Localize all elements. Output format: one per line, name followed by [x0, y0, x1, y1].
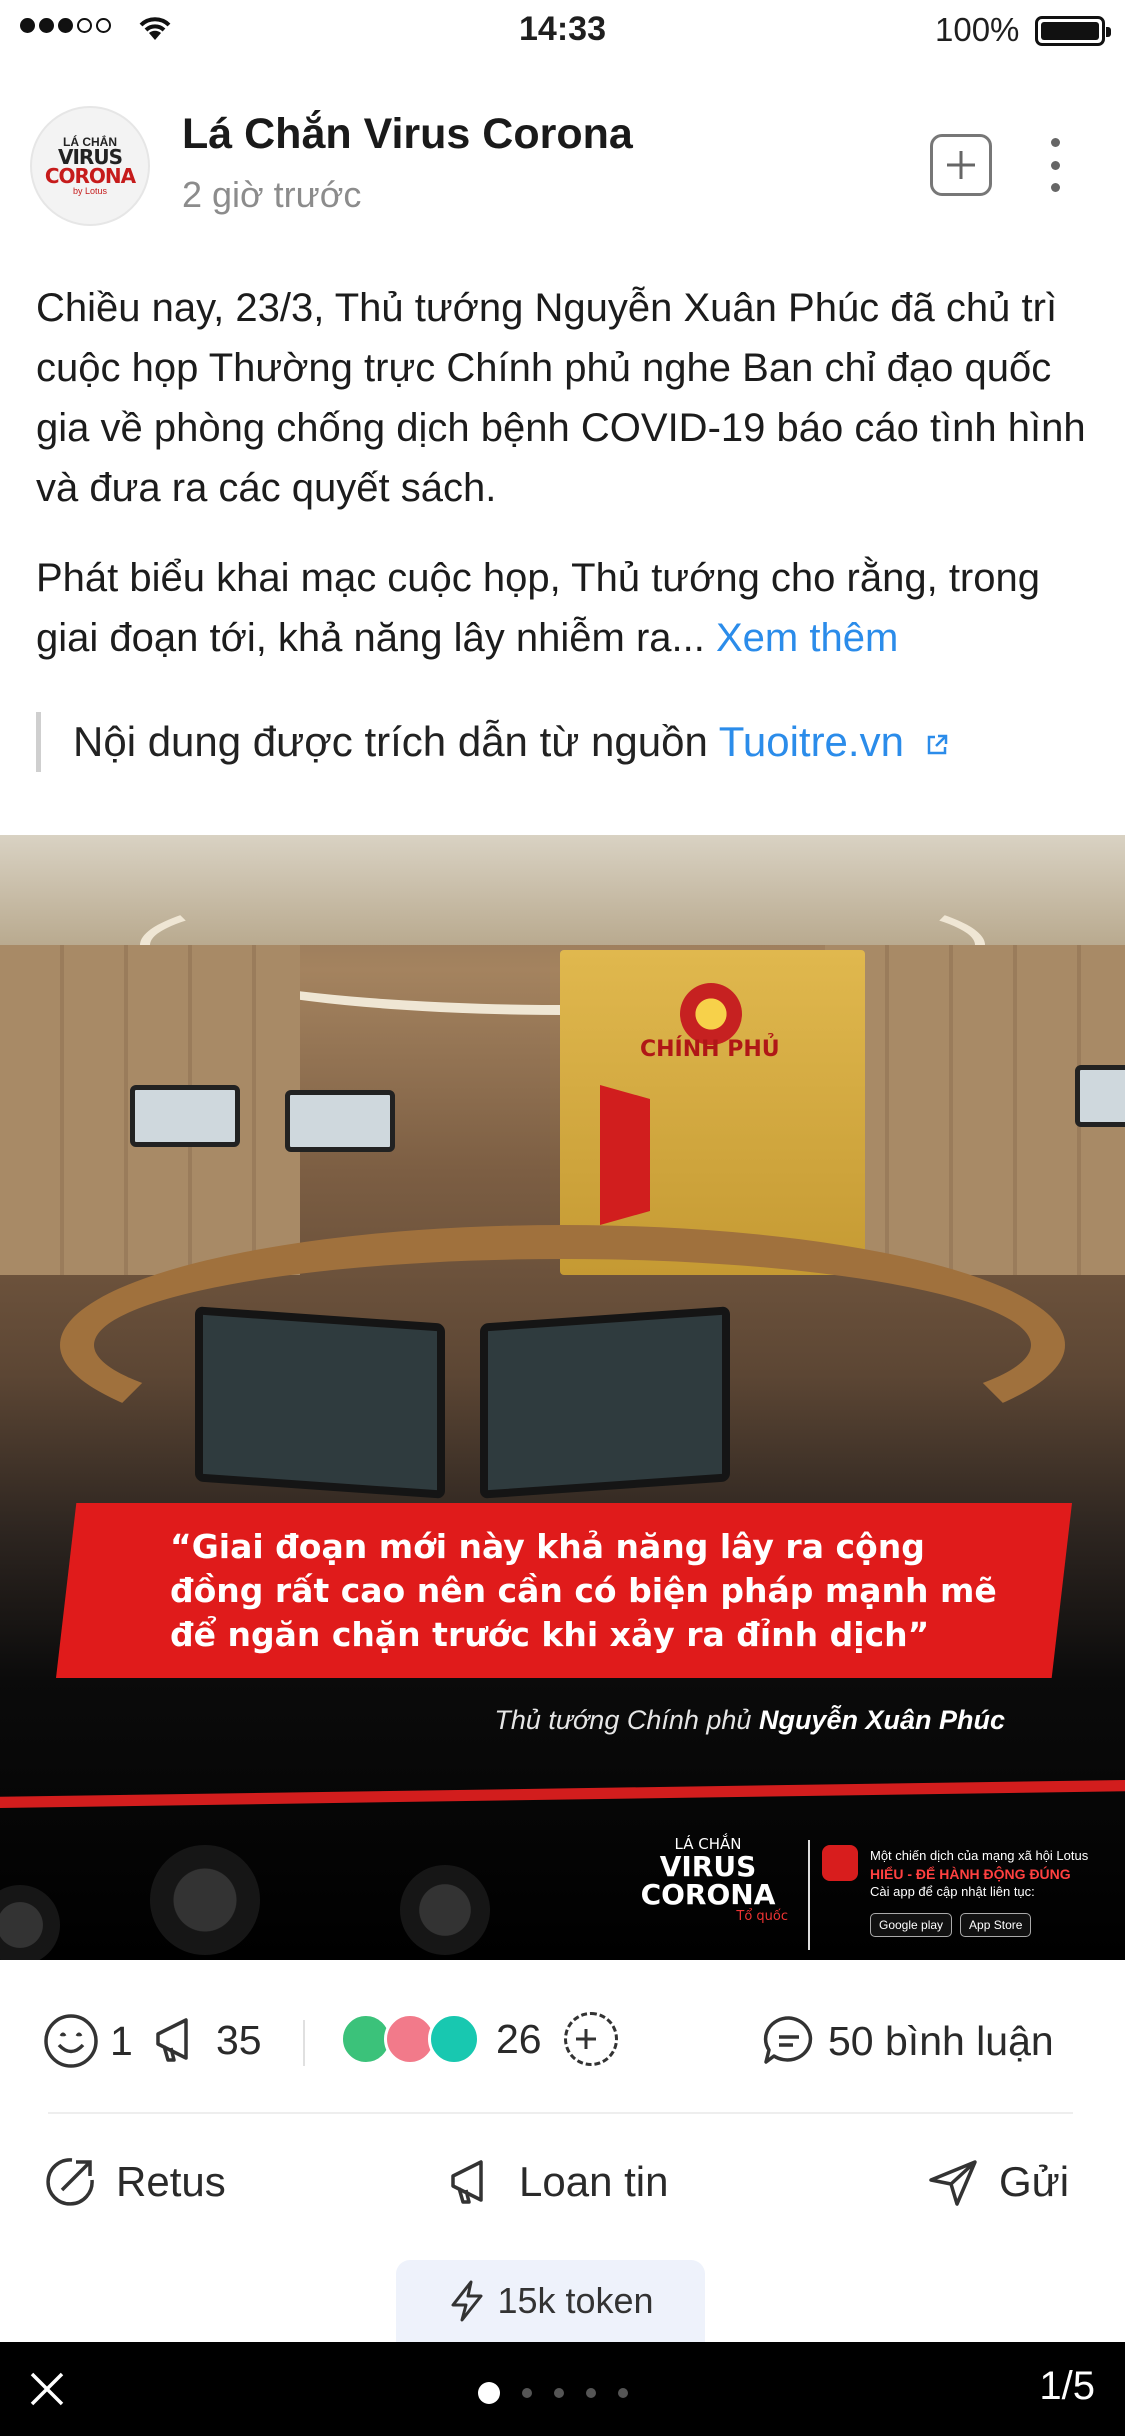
more-icon[interactable]	[1040, 134, 1070, 196]
campaign-info: Một chiến dịch của mạng xã hội Lotus HIỂ…	[870, 1847, 1120, 1901]
smile-icon	[44, 2014, 98, 2068]
status-bar: 14:33 100%	[0, 0, 1125, 60]
emotion-reactions[interactable]: 26	[340, 2012, 618, 2066]
add-icon	[575, 2029, 596, 2049]
post-time: 2 giờ trước	[182, 174, 362, 215]
gov-label: CHÍNH PHỦ	[640, 1037, 780, 1062]
campaign-highlight: HIỂU - ĐỂ HÀNH ĐỘNG ĐÚNG	[870, 1866, 1071, 1882]
add-reaction-button[interactable]	[563, 2012, 618, 2066]
page-name[interactable]: Lá Chắn Virus Corona	[182, 110, 633, 159]
quote-text: “Giai đoạn mới này khả năng lây ra cộng …	[170, 1525, 1030, 1657]
token-button[interactable]: 15k token	[396, 2260, 705, 2342]
retus-icon	[46, 2158, 94, 2206]
token-label: 15k token	[497, 2280, 654, 2321]
share-count-item[interactable]: 35	[150, 2012, 262, 2068]
wall-screen	[130, 1085, 240, 1147]
quote-line: để ngăn chặn trước khi xảy ra đỉnh dịch”	[170, 1615, 930, 1654]
red-stripe	[0, 1780, 1125, 1808]
add-icon	[947, 151, 975, 179]
quote-author-prefix: Thủ tướng Chính phủ	[494, 1705, 752, 1735]
campaign-logo: LÁ CHẮN VIRUS CORONA Tổ quốc	[628, 1835, 788, 1924]
share-count: 35	[216, 2016, 262, 2063]
divider	[808, 1840, 810, 1950]
page-dot[interactable]	[586, 2388, 596, 2398]
lotus-icon	[822, 1845, 858, 1881]
comment-icon	[763, 2016, 813, 2064]
avatar[interactable]: LÁ CHẮN VIRUS CORONA by Lotus	[30, 106, 150, 226]
send-icon	[929, 2160, 977, 2206]
wow-emoji-icon	[428, 2013, 480, 2065]
comments-button[interactable]: 50 bình luận	[760, 2012, 1054, 2070]
loan-tin-button[interactable]: Loan tin	[445, 2154, 668, 2210]
campaign-logo-line: Tổ quốc	[736, 1909, 788, 1924]
page-dot[interactable]	[618, 2388, 628, 2398]
source-prefix: Nội dung được trích dẫn từ nguồn	[73, 718, 708, 765]
page-dot[interactable]	[554, 2388, 564, 2398]
close-icon[interactable]	[22, 2364, 72, 2414]
reaction-bar: 1 35 26 50 bình luận	[0, 1962, 1125, 2112]
avatar-line: by Lotus	[72, 186, 108, 196]
page-dot[interactable]	[522, 2388, 532, 2398]
megaphone-icon	[156, 2018, 188, 2062]
page-indicator	[478, 2382, 628, 2404]
divider	[48, 2112, 1073, 2114]
send-label: Gửi	[999, 2158, 1070, 2205]
page-dot-active[interactable]	[478, 2382, 500, 2404]
post-paragraph: Chiều nay, 23/3, Thủ tướng Nguyễn Xuân P…	[36, 286, 1086, 510]
loan-tin-label: Loan tin	[519, 2158, 669, 2205]
wall-screen	[285, 1090, 395, 1152]
monitor	[480, 1306, 730, 1499]
quote-author-name: Nguyễn Xuân Phúc	[758, 1705, 1005, 1735]
wall-screen	[1075, 1065, 1125, 1127]
post-paragraph: Phát biểu khai mạc cuộc họp, Thủ tướng c…	[36, 548, 1096, 668]
follow-button[interactable]	[930, 134, 992, 196]
post-header: LÁ CHẮN VIRUS CORONA by Lotus Lá Chắn Vi…	[0, 100, 1125, 230]
send-button[interactable]: Gửi	[925, 2154, 1069, 2210]
virus-icon	[400, 1865, 490, 1955]
source-citation: Nội dung được trích dẫn từ nguồn Tuoitre…	[36, 712, 950, 772]
campaign-logo-line: VIRUS	[659, 1850, 757, 1883]
store-badges: Google play App Store	[870, 1913, 1032, 1937]
quote-line: “Giai đoạn mới này khả năng lây ra cộng	[170, 1527, 925, 1566]
page-count: 1/5	[1039, 2364, 1095, 2408]
external-link-icon[interactable]	[924, 732, 950, 758]
avatar-line: CORONA	[44, 164, 136, 188]
see-more-link[interactable]: Xem thêm	[716, 616, 898, 660]
google-play-badge: Google play	[870, 1913, 953, 1937]
emotion-count: 26	[496, 2015, 542, 2062]
quote-line: đồng rất cao nên cần có biện pháp mạnh m…	[170, 1571, 997, 1610]
quote-author: Thủ tướng Chính phủ Nguyễn Xuân Phúc	[0, 1705, 1005, 1736]
retus-label: Retus	[116, 2158, 226, 2205]
source-link[interactable]: Tuoitre.vn	[719, 718, 904, 765]
action-card: 1 35 26 50 bình luận Retus Loan tin Gửi …	[0, 1962, 1125, 2342]
megaphone-icon	[451, 2160, 483, 2204]
campaign-info-text: Một chiến dịch của mạng xã hội Lotus	[870, 1848, 1089, 1863]
bottom-bar: 1/5	[0, 2342, 1125, 2436]
campaign-sub: Cài app để cập nhật liên tục:	[870, 1884, 1035, 1899]
post-image[interactable]: CHÍNH PHỦ “Giai đoạn mới này khả năng lâ…	[0, 835, 1125, 1960]
monitor	[195, 1306, 445, 1499]
flag-icon	[600, 1085, 650, 1225]
battery-percent: 100%	[935, 11, 1020, 48]
smile-count: 1	[110, 2017, 133, 2064]
emotion-icons	[340, 2013, 480, 2065]
post-body: Chiều nay, 23/3, Thủ tướng Nguyễn Xuân P…	[36, 278, 1096, 698]
lightning-icon	[451, 2280, 483, 2322]
emblem-icon	[680, 983, 742, 1045]
battery-icon	[1035, 16, 1111, 46]
comments-count: 50 bình luận	[828, 2017, 1054, 2064]
campaign-logo-line: CORONA	[640, 1878, 776, 1911]
virus-icon	[0, 1885, 60, 1960]
app-store-badge: App Store	[960, 1913, 1032, 1937]
virus-icon	[150, 1845, 260, 1955]
divider	[303, 2020, 305, 2066]
retus-button[interactable]: Retus	[42, 2154, 226, 2210]
smile-reaction[interactable]: 1	[42, 2012, 133, 2070]
